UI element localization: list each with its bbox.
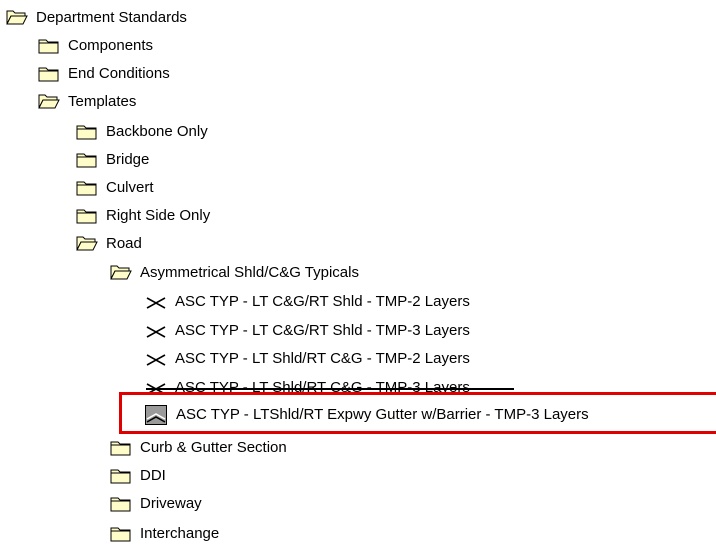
tree-node-label: DDI — [140, 467, 166, 484]
folder-icon — [38, 64, 60, 84]
tree-node-asymmetrical-shld-cg-typicals[interactable]: Asymmetrical Shld/C&G Typicals — [110, 261, 359, 285]
tree-node-culvert[interactable]: Culvert — [76, 176, 154, 200]
folder-open-icon — [6, 8, 28, 28]
folder-icon — [76, 150, 98, 170]
tree-node-label: ASC TYP - LT C&G/RT Shld - TMP-2 Layers — [175, 293, 470, 310]
tree-node-ddi[interactable]: DDI — [110, 464, 166, 488]
tree-node-bridge[interactable]: Bridge — [76, 148, 149, 172]
folder-open-icon — [76, 234, 98, 254]
tree-node-label: Curb & Gutter Section — [140, 439, 287, 456]
tree-node-backbone-only[interactable]: Backbone Only — [76, 120, 208, 144]
tree-node-label: Department Standards — [36, 9, 187, 26]
folder-icon — [76, 206, 98, 226]
tree-node-right-side-only[interactable]: Right Side Only — [76, 204, 210, 228]
tree-node-label: Culvert — [106, 179, 154, 196]
tree-node-label: ASC TYP - LT C&G/RT Shld - TMP-3 Layers — [175, 322, 470, 339]
template-tree: Department Standards Components End Cond… — [0, 0, 716, 546]
template-icon — [145, 292, 167, 312]
template-preview-icon — [145, 405, 167, 425]
tree-node-department-standards[interactable]: Department Standards — [6, 6, 187, 30]
tree-node-label: Components — [68, 37, 154, 54]
tree-node-template-1[interactable]: ASC TYP - LT C&G/RT Shld - TMP-2 Layers — [145, 290, 470, 314]
tree-node-template-2[interactable]: ASC TYP - LT C&G/RT Shld - TMP-3 Layers — [145, 319, 470, 343]
tree-node-label: Bridge — [106, 151, 150, 168]
folder-icon — [110, 438, 132, 458]
tree-node-label: Road — [106, 235, 142, 252]
tree-node-label: Backbone Only — [106, 123, 208, 140]
tree-node-label: Templates — [68, 93, 137, 110]
tree-node-driveway[interactable]: Driveway — [110, 492, 202, 516]
tree-node-interchange[interactable]: Interchange — [110, 522, 219, 546]
tree-node-label: Driveway — [140, 495, 202, 512]
tree-node-template-5[interactable]: ASC TYP - LTShld/RT Expwy Gutter w/Barri… — [145, 403, 590, 427]
tree-node-template-3[interactable]: ASC TYP - LT Shld/RT C&G - TMP-2 Layers — [145, 347, 470, 371]
folder-icon — [76, 122, 98, 142]
folder-open-icon — [110, 263, 132, 283]
tree-node-label: ASC TYP - LT Shld/RT C&G - TMP-2 Layers — [175, 350, 470, 367]
folder-icon — [110, 494, 132, 514]
folder-icon — [110, 466, 132, 486]
template-icon — [145, 349, 167, 369]
template-icon — [145, 321, 167, 341]
tree-node-curb-gutter-section[interactable]: Curb & Gutter Section — [110, 436, 287, 460]
folder-icon — [110, 524, 132, 544]
tree-node-road[interactable]: Road — [76, 232, 142, 256]
tree-node-label: ASC TYP - LTShld/RT Expwy Gutter w/Barri… — [176, 406, 589, 423]
folder-icon — [76, 178, 98, 198]
strikethrough-line — [146, 388, 514, 390]
folder-open-icon — [38, 92, 60, 112]
tree-node-end-conditions[interactable]: End Conditions — [38, 62, 170, 86]
tree-node-templates[interactable]: Templates — [38, 90, 136, 114]
tree-node-components[interactable]: Components — [38, 34, 153, 58]
tree-node-label: Interchange — [140, 525, 220, 542]
tree-node-label: Asymmetrical Shld/C&G Typicals — [140, 264, 359, 281]
tree-node-label: End Conditions — [68, 65, 170, 82]
tree-node-label: Right Side Only — [106, 207, 211, 224]
folder-icon — [38, 36, 60, 56]
